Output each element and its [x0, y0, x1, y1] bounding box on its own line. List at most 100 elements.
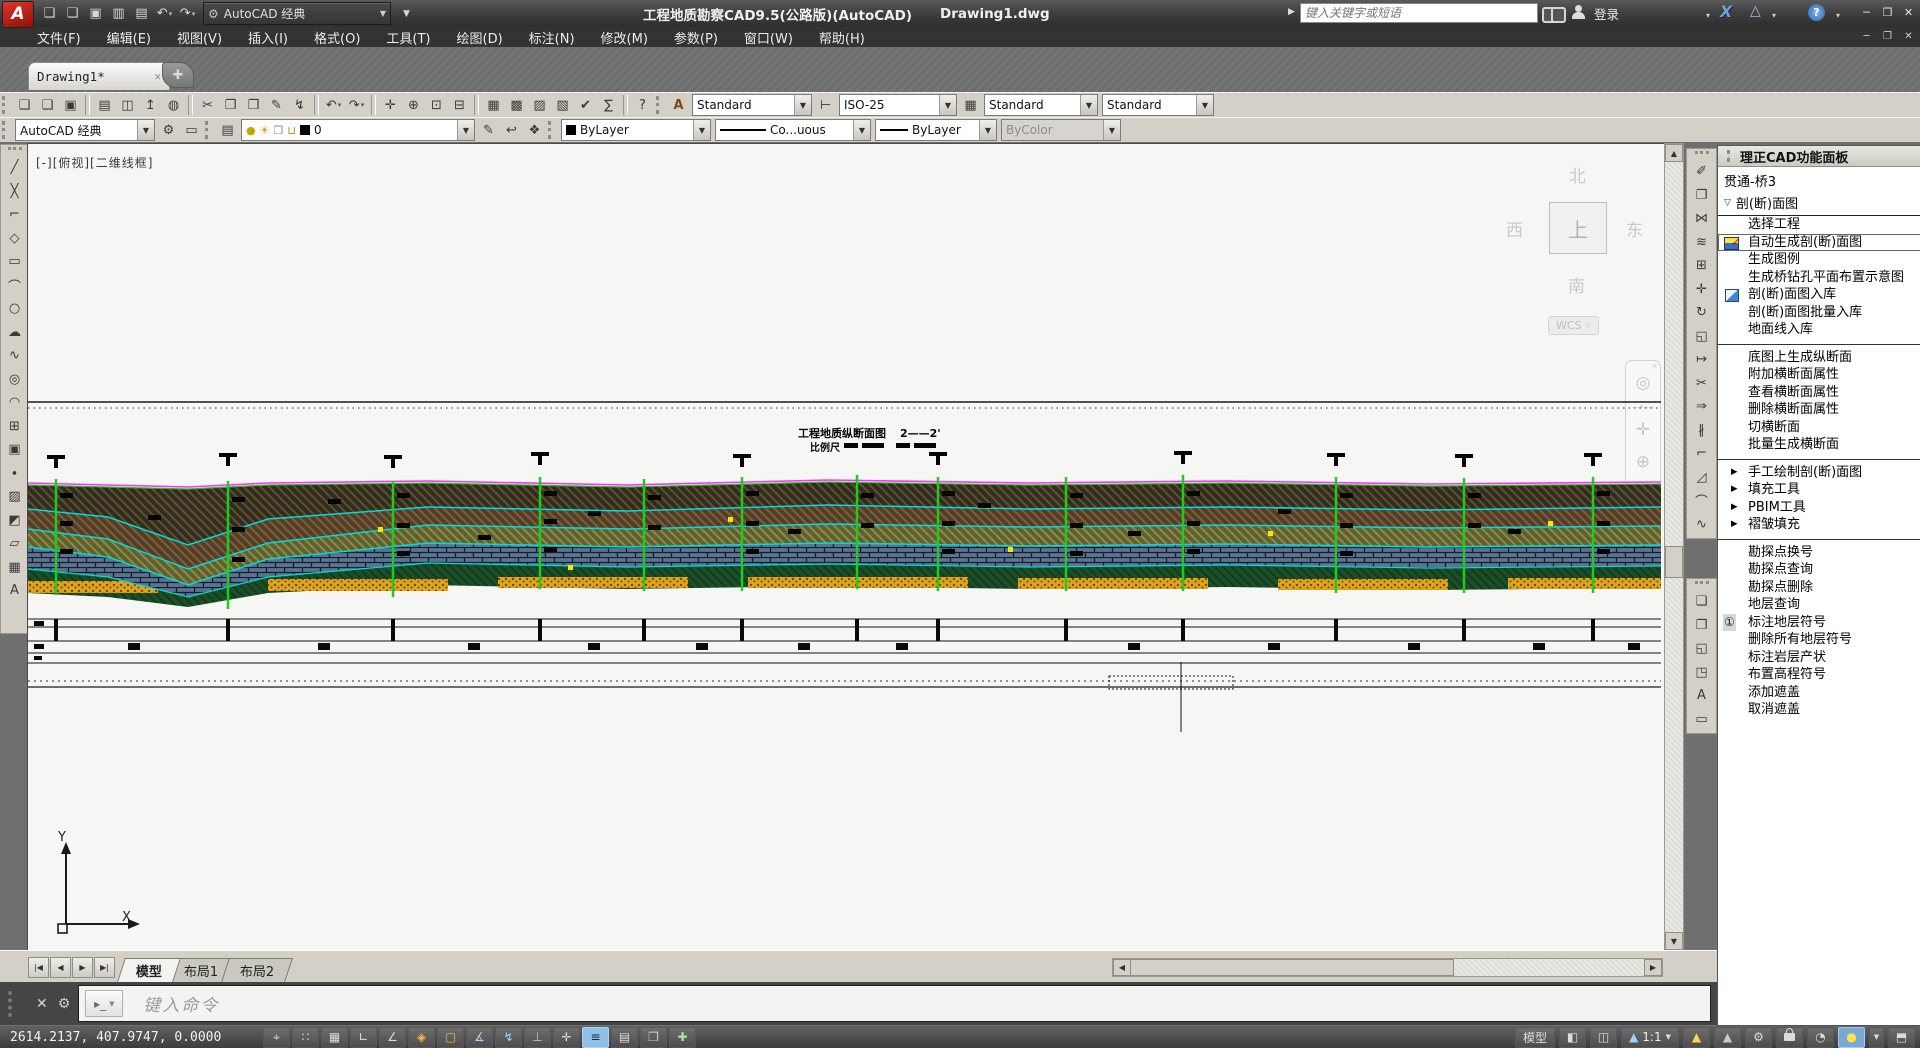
ducs-toggle[interactable]: ⊥ — [524, 1027, 551, 1048]
panel-item[interactable]: 剖(断)面图批量入库 — [1718, 304, 1920, 322]
panel-item[interactable]: 生成桥钻孔平面布置示意图 — [1718, 269, 1920, 287]
panel-item[interactable]: 删除横断面属性 — [1718, 401, 1920, 419]
redo-button[interactable]: ↷ — [177, 4, 198, 24]
layer-on-icon[interactable]: ● — [246, 124, 256, 137]
chevron-down-icon[interactable]: ▼ — [693, 120, 710, 140]
fillet-icon[interactable]: ⌒ — [1690, 489, 1713, 513]
toolbar-grip[interactable] — [656, 96, 664, 114]
point-icon[interactable]: ∙ — [3, 462, 26, 486]
toolbar-separator[interactable] — [188, 95, 193, 115]
selection-cycling-toggle[interactable]: ❒ — [640, 1027, 667, 1048]
redo-icon[interactable]: ↷ — [346, 95, 368, 116]
ellipse-icon[interactable]: ◎ — [3, 368, 26, 392]
bring-above-icon[interactable]: ◱ — [1690, 637, 1713, 661]
quick-access-overflow-icon[interactable]: ▼ — [396, 4, 417, 24]
vertical-scroll-thumb[interactable] — [1665, 546, 1683, 578]
file-tab-drawing1[interactable]: Drawing1* ✕ — [28, 62, 170, 90]
a360-dropdown-icon[interactable]: ▾ — [1772, 11, 1776, 20]
workspace-switcher[interactable]: ⚙ AutoCAD 经典 ▼ — [203, 2, 391, 25]
zoom-window-icon[interactable]: ⊡ — [426, 95, 448, 116]
spline-icon[interactable]: ∿ — [3, 344, 26, 368]
trim-icon[interactable]: ✂ — [1690, 372, 1713, 396]
clean-screen-icon[interactable]: ⬒ — [1888, 1027, 1915, 1048]
customize-commandline-icon[interactable]: ⚙ — [58, 996, 71, 1012]
table-style-icon[interactable]: ▦ — [960, 95, 982, 116]
osnap-toggle[interactable]: ◈ — [408, 1027, 435, 1048]
annotation-visibility-icon[interactable]: ▲ — [1683, 1027, 1710, 1048]
angle-toggle[interactable]: ∡ — [466, 1027, 493, 1048]
close-button[interactable]: ✕ — [1901, 5, 1916, 20]
qnew-button[interactable]: ❑ — [39, 4, 60, 24]
infocenter-collapse-icon[interactable]: ▶ — [1288, 7, 1295, 17]
exchange-icon[interactable]: X — [1720, 2, 1732, 21]
annotation-monitor-toggle[interactable]: ✚ — [669, 1027, 696, 1048]
sign-in-link[interactable]: 登录 — [1594, 0, 1619, 27]
make-block-icon[interactable]: ▣ — [3, 438, 26, 462]
doc-minimize-button[interactable]: ─ — [1859, 29, 1874, 44]
chevron-down-icon[interactable]: ▼ — [939, 95, 956, 115]
circle-icon[interactable]: ○ — [3, 297, 26, 321]
rotate-icon[interactable]: ↻ — [1690, 301, 1713, 325]
layer-previous-icon[interactable]: ↩ — [501, 120, 523, 141]
zoom-previous-icon[interactable]: ⊟ — [449, 95, 471, 116]
chevron-down-icon[interactable]: ▼ — [457, 120, 474, 140]
layer-freeze-icon[interactable]: ❐ — [273, 124, 283, 137]
annotation-scale-button[interactable]: ▲ 1:1 ▼ — [1621, 1027, 1679, 1048]
toolbar-grip[interactable] — [205, 121, 213, 139]
menu-item[interactable]: 格式(O) — [301, 27, 373, 47]
stretch-icon[interactable]: ↦ — [1690, 348, 1713, 372]
hardware-accel-icon[interactable]: ◔ — [1807, 1027, 1834, 1048]
toolbar-grip[interactable] — [548, 121, 556, 139]
compass-west-label[interactable]: 西 — [1506, 216, 1523, 241]
toolbar-separator[interactable] — [371, 95, 376, 115]
help-icon[interactable]: ? — [1808, 4, 1825, 21]
pan-icon[interactable]: ✛ — [380, 95, 402, 116]
command-input[interactable]: ▸_▼ 键入命令 — [78, 985, 1711, 1022]
plot-button[interactable]: ▤ — [131, 4, 152, 24]
status-overflow-icon[interactable]: ▼ — [1869, 1027, 1884, 1048]
new-tab-button[interactable]: ✚ — [162, 62, 194, 88]
array-icon[interactable]: ⊞ — [1690, 254, 1713, 278]
panel-item[interactable]: 剖(断)面图入库 — [1718, 286, 1920, 304]
toolbar-separator[interactable] — [474, 95, 479, 115]
grid-toggle[interactable]: ∷ — [292, 1027, 319, 1048]
panel-item[interactable] — [1718, 339, 1920, 345]
quick-properties-toggle[interactable]: ▤ — [611, 1027, 638, 1048]
ortho-toggle[interactable]: ∟ — [350, 1027, 377, 1048]
panel-item[interactable]: 勘探点换号 — [1718, 544, 1920, 562]
chevron-down-icon[interactable]: ▼ — [853, 120, 870, 140]
scroll-down-icon[interactable]: ▼ — [1665, 932, 1683, 950]
copy-icon[interactable]: ❐ — [1690, 184, 1713, 208]
chevron-down-icon[interactable]: ▼ — [979, 120, 996, 140]
restore-button[interactable]: ❐ — [1880, 5, 1895, 20]
block-editor-icon[interactable]: ↯ — [289, 95, 311, 116]
last-tab-icon[interactable]: ▶| — [94, 957, 115, 978]
paste-icon[interactable]: ❒ — [243, 95, 265, 116]
quickcalc-icon[interactable]: ∑ — [598, 95, 620, 116]
grid-display-toggle[interactable]: ▦ — [321, 1027, 348, 1048]
menu-item[interactable]: 插入(I) — [235, 27, 301, 47]
panel-item[interactable]: 地层查询 — [1718, 596, 1920, 614]
chevron-down-icon[interactable]: ▼ — [1196, 95, 1213, 115]
make-object-layer-current-icon[interactable]: ✎ — [478, 120, 500, 141]
table-icon[interactable]: ▦ — [3, 556, 26, 580]
text-style-icon[interactable]: A — [668, 95, 690, 116]
sign-in-dropdown-icon[interactable]: ▾ — [1706, 11, 1710, 20]
vertical-scrollbar[interactable]: ▲ ▼ — [1664, 143, 1684, 951]
text-style-combo[interactable]: Standard▼ — [692, 94, 812, 116]
panel-item[interactable]: 选择工程 — [1718, 216, 1920, 234]
panel-item[interactable]: 切横断面 — [1718, 419, 1920, 437]
panel-item[interactable]: 自动生成剖(断)面图 — [1718, 234, 1920, 252]
viewport-controls-label[interactable]: [-][俯视][二维线框] — [36, 154, 153, 171]
snap-toggle[interactable]: ⌖ — [263, 1027, 290, 1048]
panel-item[interactable]: 附加横断面属性 — [1718, 366, 1920, 384]
layer-lock-icon[interactable]: ⊔ — [287, 124, 296, 137]
toolbar-grip[interactable] — [8, 147, 22, 154]
close-commandline-icon[interactable]: ✕ — [36, 996, 48, 1012]
tab-model[interactable]: 模型 — [117, 958, 181, 982]
panel-section-header[interactable]: ▽ 剖(断)面图 — [1718, 191, 1920, 216]
save-button[interactable]: ▣ — [85, 4, 106, 24]
toolbar-separator[interactable] — [623, 95, 628, 115]
bring-to-front-icon[interactable]: ❏ — [1690, 590, 1713, 614]
help-dropdown-icon[interactable]: ▾ — [1836, 11, 1840, 20]
